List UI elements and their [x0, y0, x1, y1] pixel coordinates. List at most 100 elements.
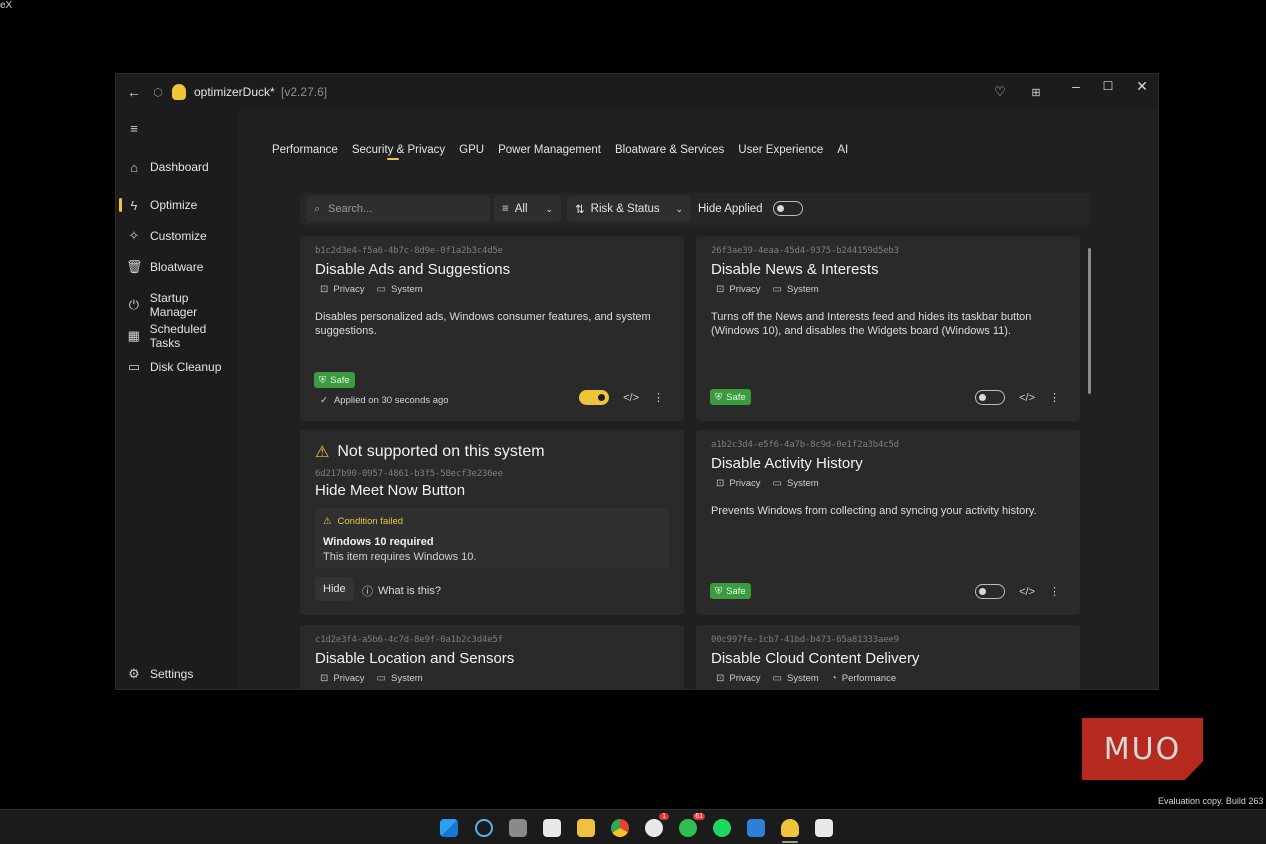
tag-label: System — [787, 478, 819, 489]
tweak-id: 26f3ae39-4eaa-45d4-9375-b244159d5eb3 — [711, 246, 899, 256]
disk-icon: ▭ — [127, 359, 141, 374]
filter-value: All — [514, 203, 528, 215]
condition-status: ⚠ Condition failed — [323, 516, 403, 527]
monitor-icon: ▭ — [376, 284, 386, 295]
tag-label: Performance — [841, 673, 897, 684]
tag-system: ▭ System — [773, 478, 819, 489]
chevron-down-icon: ⌄ — [675, 203, 683, 214]
card-actions: </> ⋮ — [975, 584, 1060, 599]
search-input[interactable]: ⌕ Search... — [306, 196, 490, 222]
filter-dropdown[interactable]: ≡ All ⌄ — [494, 196, 561, 222]
code-icon[interactable]: </> — [1019, 392, 1035, 404]
hamburger-menu-icon[interactable]: ≡ — [126, 117, 150, 139]
tab-security-privacy[interactable]: Security & Privacy — [352, 144, 445, 160]
more-options-icon[interactable]: ⋮ — [1049, 585, 1060, 598]
status-badge: ⛨ Safe — [710, 583, 751, 599]
status-badge: ⛨ Safe — [710, 389, 751, 405]
desktop: eX ← ⬡ optimizerDuck* [v2.27.6] ♡ ⊞ – ☐ … — [0, 0, 1266, 844]
shield-check-icon: ⛨ — [319, 374, 327, 386]
tag-system: ▭ System — [377, 284, 423, 295]
tab-power-management[interactable]: Power Management — [498, 144, 601, 156]
hide-applied-toggle[interactable] — [772, 201, 803, 216]
tweak-id: 6d217b90-0957-4861-b3f5-58ecf3e236ee — [315, 469, 503, 479]
minimize-button[interactable]: – — [1064, 74, 1088, 98]
sidebar-item-label: Dashboard — [150, 160, 209, 174]
heart-icon[interactable]: ♡ — [988, 80, 1012, 104]
tweak-description: Prevents Windows from collecting and syn… — [711, 505, 1037, 517]
lock-icon: ⊡ — [320, 284, 329, 295]
maximize-button[interactable]: ☐ — [1096, 74, 1120, 98]
sort-dropdown[interactable]: ⇅ Risk & Status ⌄ — [567, 196, 691, 222]
store-icon[interactable] — [543, 819, 561, 837]
tab-gpu[interactable]: GPU — [459, 144, 484, 156]
sidebar-item-customize[interactable]: ✧ Customize — [126, 225, 207, 247]
slack-icon[interactable]: 1 — [645, 813, 669, 837]
sidebar-item-disk-cleanup[interactable]: ▭ Disk Cleanup — [126, 356, 222, 378]
badge-label: Safe — [726, 391, 746, 403]
active-indicator — [119, 198, 122, 212]
home-icon: ⌂ — [130, 159, 138, 175]
file-explorer-icon[interactable] — [577, 819, 595, 837]
tag-label: System — [787, 673, 819, 684]
tweak-toggle[interactable] — [975, 584, 1006, 599]
sidebar-item-optimize[interactable]: ϟ Optimize — [126, 194, 198, 216]
tab-user-experience[interactable]: User Experience — [738, 144, 823, 156]
whatsapp-icon[interactable]: 61 — [679, 813, 705, 837]
app-icon[interactable] — [747, 819, 765, 837]
monitor-icon: ▭ — [376, 673, 386, 684]
warning-icon: ⚠ — [323, 516, 332, 527]
gift-icon[interactable]: ⊞ — [1024, 80, 1048, 104]
tab-bloatware-services[interactable]: Bloatware & Services — [615, 144, 724, 156]
corner-text: eX — [0, 0, 13, 11]
tweak-title: Disable Cloud Content Delivery — [711, 650, 920, 667]
notification-badge: 61 — [693, 813, 705, 820]
back-arrow-icon[interactable]: ← — [122, 80, 146, 104]
tag-list: ⊡ Privacy ▭ System — [320, 284, 423, 295]
active-app-indicator — [782, 841, 798, 843]
sidebar-item-settings[interactable]: ⚙ Settings — [126, 663, 193, 685]
sidebar-item-dashboard[interactable]: ⌂ Dashboard — [126, 156, 209, 178]
sparkle-icon: ✧ — [128, 228, 140, 243]
close-button[interactable]: ✕ — [1130, 74, 1154, 98]
more-options-icon[interactable]: ⋮ — [1049, 391, 1060, 404]
search-icon[interactable] — [475, 819, 493, 837]
taskbar: 1 61 — [0, 809, 1266, 844]
tag-privacy: ⊡ Privacy — [320, 673, 365, 684]
filter-toolbar: ⌕ Search... ≡ All ⌄ ⇅ Risk & Status ⌄ Hi… — [300, 193, 1090, 225]
tab-performance[interactable]: Performance — [272, 144, 338, 156]
snipping-tool-icon[interactable] — [815, 819, 833, 837]
spotify-icon[interactable] — [713, 819, 731, 837]
monitor-icon: ▭ — [772, 673, 782, 684]
gauge-icon: ◔ — [830, 673, 837, 684]
condition-box: ⚠ Condition failed Windows 10 required Th… — [315, 508, 669, 568]
tweak-toggle[interactable] — [975, 390, 1006, 405]
chevron-down-icon: ⌄ — [545, 203, 553, 214]
chrome-icon[interactable] — [611, 819, 629, 837]
code-icon[interactable]: </> — [1019, 586, 1035, 598]
windows-start-icon[interactable] — [440, 819, 458, 837]
sidebar-item-bloatware[interactable]: 🗑 Bloatware — [126, 256, 203, 278]
tag-label: System — [391, 673, 423, 684]
optimizerduck-taskbar-icon[interactable] — [781, 819, 799, 837]
more-options-icon[interactable]: ⋮ — [653, 391, 664, 404]
code-icon[interactable]: </> — [623, 392, 639, 404]
app-name: optimizerDuck* — [194, 85, 275, 99]
shield-check-icon: ⛨ — [715, 585, 723, 597]
tweak-title: Disable Activity History — [711, 455, 863, 472]
sidebar: ≡ ⌂ Dashboard ϟ Optimize ✧ Customize 🗑 B… — [116, 110, 238, 689]
tweak-toggle[interactable] — [579, 390, 610, 405]
tab-ai[interactable]: AI — [837, 144, 848, 156]
sidebar-item-label: Disk Cleanup — [150, 360, 222, 374]
tweak-id: a1b2c3d4-e5f6-4a7b-8c9d-0e1f2a3b4c5d — [711, 440, 899, 450]
scrollbar[interactable] — [1088, 248, 1091, 394]
title-bar: ← ⬡ optimizerDuck* [v2.27.6] ♡ ⊞ – ☐ ✕ — [116, 74, 1158, 110]
what-is-this-label: What is this? — [378, 585, 441, 597]
task-view-icon[interactable] — [509, 819, 527, 837]
sidebar-item-startup-manager[interactable]: ⏻ Startup Manager — [126, 291, 238, 319]
tag-label: Privacy — [729, 478, 761, 489]
sidebar-item-scheduled-tasks[interactable]: ▦ Scheduled Tasks — [126, 322, 238, 350]
hide-button[interactable]: Hide — [315, 577, 354, 601]
what-is-this-link[interactable]: ⓘ What is this? — [362, 583, 441, 599]
muo-logo: MUO — [1082, 718, 1203, 780]
status-badge: ⛨ Safe — [314, 372, 355, 388]
